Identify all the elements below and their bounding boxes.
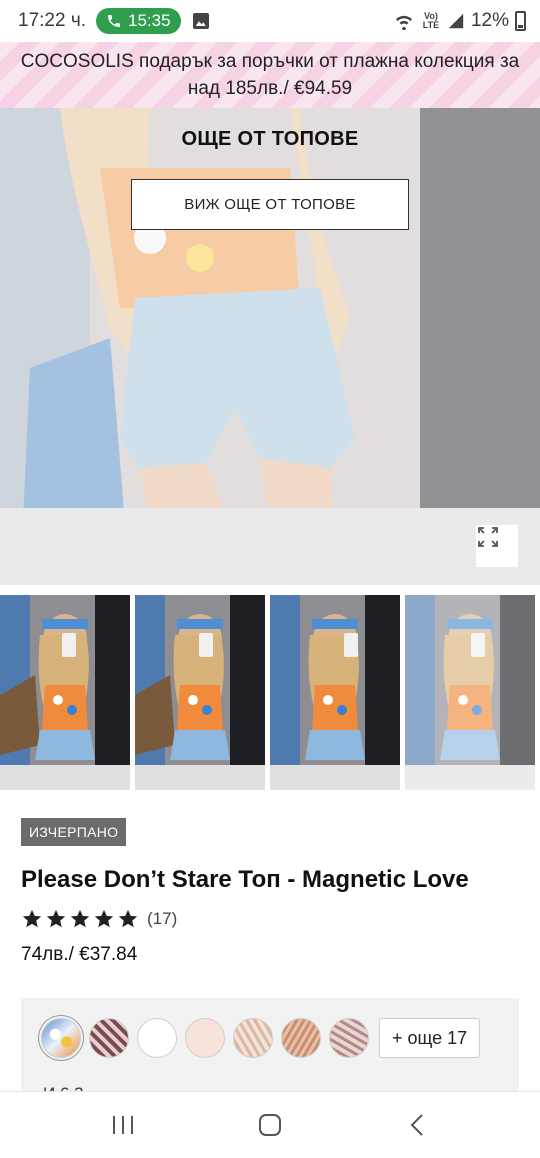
- product-title: Please Don’t Stare Топ - Magnetic Love: [21, 866, 469, 893]
- swatch-print-tan[interactable]: [281, 1018, 321, 1058]
- sold-out-badge: ИЗЧЕРПАНО: [21, 818, 127, 846]
- product-rating[interactable]: (17): [21, 908, 177, 930]
- system-nav-bar: [0, 1091, 540, 1158]
- swatch-print-brown[interactable]: [89, 1018, 129, 1058]
- wifi-icon: [395, 15, 413, 30]
- swatch-print-mauve[interactable]: [329, 1018, 369, 1058]
- recent-apps-icon: [113, 1116, 134, 1134]
- back-icon: [410, 1114, 423, 1136]
- star-icon: [46, 909, 66, 928]
- star-icon: [94, 909, 114, 928]
- status-bar: 17:22 ч. 15:35 Vo) LTE 12%: [0, 0, 540, 42]
- thumbnail-2[interactable]: [135, 595, 265, 790]
- thumbnail-photo: [135, 595, 265, 790]
- recent-apps-button[interactable]: [93, 1100, 153, 1150]
- thumbnail-strip: [0, 595, 540, 790]
- thumbnail-photo: [0, 595, 130, 790]
- hero-section: ОЩЕ ОТ ТОПОВЕ ВИЖ ОЩЕ ОТ ТОПОВЕ: [0, 108, 540, 585]
- swatch-white[interactable]: [137, 1018, 177, 1058]
- promo-text: COCOSOLIS подарък за поръчки от плажна к…: [20, 51, 520, 99]
- volte-indicator: Vo) LTE: [422, 11, 440, 30]
- swatch-print-blue[interactable]: [41, 1018, 81, 1058]
- back-button[interactable]: [387, 1100, 447, 1150]
- swatch-print-beige[interactable]: [233, 1018, 273, 1058]
- more-colors-button[interactable]: + още 17: [379, 1018, 481, 1058]
- gallery-icon: [192, 13, 209, 29]
- see-more-tops-button[interactable]: ВИЖ ОЩЕ ОТ ТОПОВЕ: [131, 179, 409, 230]
- home-icon: [258, 1114, 281, 1136]
- star-icon: [22, 909, 42, 928]
- swatch-nude[interactable]: [185, 1018, 225, 1058]
- hero-title: ОЩЕ ОТ ТОПОВЕ: [181, 128, 359, 150]
- star-icon: [70, 909, 90, 928]
- expand-image-button[interactable]: [476, 525, 518, 567]
- thumbnail-photo: [270, 595, 400, 790]
- home-button[interactable]: [240, 1100, 300, 1150]
- signal-icon: [448, 13, 464, 29]
- rating-count: (17): [147, 909, 178, 928]
- fullscreen-icon: [478, 527, 498, 547]
- star-icon: [118, 909, 138, 928]
- status-time: 17:22 ч.: [18, 10, 87, 31]
- battery-icon: [515, 11, 526, 31]
- phone-icon: [108, 15, 121, 27]
- product-price: 74лв./ €37.84: [21, 944, 138, 965]
- promo-banner[interactable]: COCOSOLIS подарък за поръчки от плажна к…: [0, 42, 540, 108]
- swatch-row: + още 17: [41, 1018, 481, 1058]
- call-timer: 15:35: [128, 11, 171, 30]
- thumbnail-3[interactable]: [270, 595, 400, 790]
- battery-percent: 12%: [470, 10, 509, 31]
- call-indicator[interactable]: 15:35: [96, 8, 181, 34]
- thumbnail-4[interactable]: [405, 595, 535, 790]
- thumbnail-1[interactable]: [0, 595, 130, 790]
- thumbnail-photo: [405, 595, 535, 790]
